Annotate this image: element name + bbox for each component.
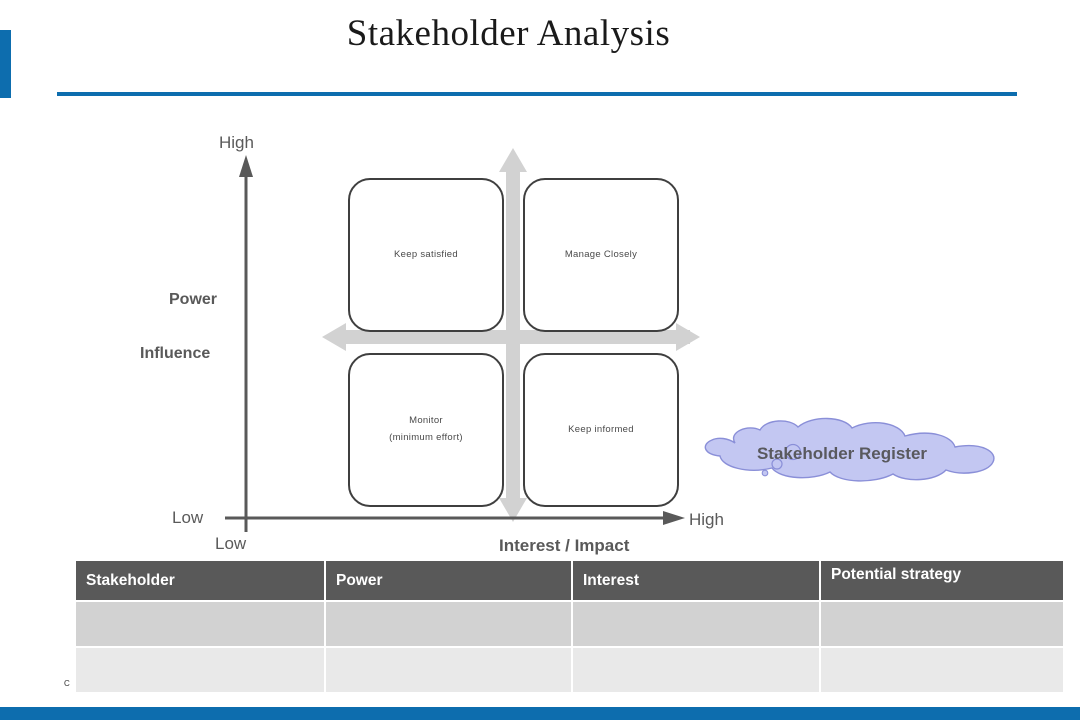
- y-axis-low-label: Low: [172, 508, 204, 527]
- y-axis-name-line2: Influence: [140, 345, 211, 362]
- clipped-background-text: C: [64, 679, 70, 688]
- quadrant-keep-satisfied[interactable]: Keep satisfied: [348, 178, 504, 332]
- y-axis-high-label: High: [219, 133, 254, 152]
- quadrant-label-monitor-line1: Monitor: [409, 415, 443, 427]
- table-header-row: Stakeholder Power Interest Potential str…: [76, 561, 1063, 600]
- table-cell-potential-strategy[interactable]: [821, 648, 1063, 692]
- table-cell-stakeholder[interactable]: [76, 602, 324, 646]
- page-title: Stakeholder Analysis: [346, 13, 671, 54]
- footer-accent-band: [0, 707, 1080, 720]
- quadrant-label-manage-closely: Manage Closely: [564, 248, 638, 260]
- quadrant-monitor[interactable]: Monitor (minimum effort): [348, 353, 504, 507]
- slide-canvas: Stakeholder Analysis High Power Influenc…: [0, 0, 1080, 720]
- x-axis-low-label: Low: [215, 534, 247, 553]
- column-header-interest[interactable]: Interest: [573, 561, 819, 600]
- quadrant-label-monitor: Monitor (minimum effort): [389, 413, 463, 446]
- table-cell-interest[interactable]: [573, 602, 819, 646]
- column-header-stakeholder[interactable]: Stakeholder: [76, 561, 324, 600]
- y-axis-name-line1: Power: [169, 291, 218, 308]
- stakeholder-register-table: Stakeholder Power Interest Potential str…: [74, 559, 1065, 694]
- quadrant-label-keep-informed: Keep informed: [568, 423, 634, 435]
- title-divider-rule: [57, 92, 1017, 96]
- table-cell-power[interactable]: [326, 648, 571, 692]
- column-header-power[interactable]: Power: [326, 561, 571, 600]
- table-cell-interest[interactable]: [573, 648, 819, 692]
- quadrant-label-keep-satisfied: Keep satisfied: [394, 248, 458, 260]
- quadrant-label-monitor-line2: (minimum effort): [389, 432, 463, 443]
- table-cell-stakeholder[interactable]: [76, 648, 324, 692]
- x-axis-name: Interest / Impact: [499, 536, 630, 555]
- table-row[interactable]: [76, 648, 1063, 692]
- column-header-potential-strategy[interactable]: Potential strategy: [821, 561, 1063, 600]
- table-cell-power[interactable]: [326, 602, 571, 646]
- stakeholder-register-callout-label[interactable]: Stakeholder Register: [752, 444, 932, 464]
- x-axis-high-label: High: [689, 510, 724, 529]
- quadrant-manage-closely[interactable]: Manage Closely: [523, 178, 679, 332]
- table-cell-potential-strategy[interactable]: [821, 602, 1063, 646]
- table-row[interactable]: [76, 602, 1063, 646]
- quadrant-keep-informed[interactable]: Keep informed: [523, 353, 679, 507]
